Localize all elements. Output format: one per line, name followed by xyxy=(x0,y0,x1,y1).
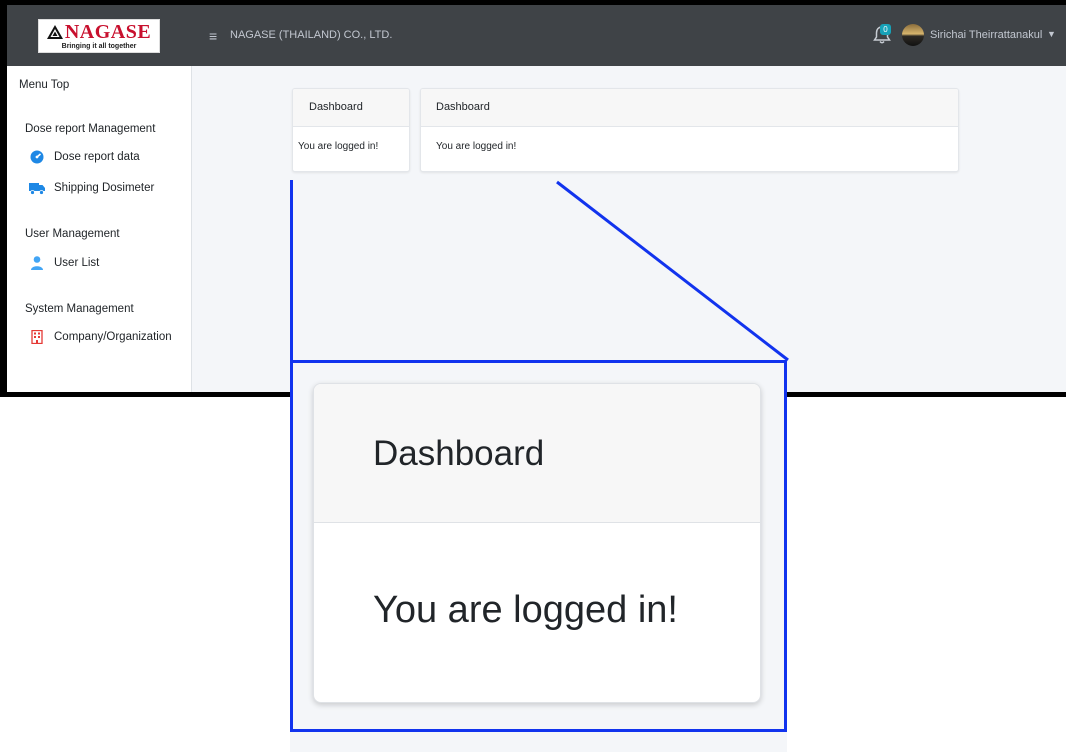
sidebar-section-system-management: System Management xyxy=(25,303,134,315)
nagase-logo-mark-icon xyxy=(46,24,63,39)
sidebar-item-label: Company/Organization xyxy=(54,331,172,343)
zoomed-card-body-text: You are logged in! xyxy=(373,589,678,631)
logo-wordmark: NAGASE xyxy=(64,20,152,43)
sidebar-item-label: User List xyxy=(54,257,100,269)
dashboard-card: Dashboard You are logged in! xyxy=(420,88,959,172)
sidebar-item-company-organization[interactable]: Company/Organization xyxy=(29,330,172,344)
building-icon xyxy=(31,330,43,344)
sidebar-menu-top: Menu Top xyxy=(19,79,70,91)
card-body-text: You are logged in! xyxy=(436,141,517,152)
nagase-logo[interactable]: NAGASE Bringing it all together xyxy=(38,18,160,53)
dashboard-card: Dashboard You are logged in! xyxy=(292,88,410,172)
card-body-text: You are logged in! xyxy=(298,141,379,152)
card-title: Dashboard xyxy=(293,89,409,127)
sidebar-item-dose-report-data[interactable]: Dose report data xyxy=(29,150,140,164)
sidebar-item-shipping-dosimeter[interactable]: Shipping Dosimeter xyxy=(29,181,154,195)
app-window: NAGASE Bringing it all together ≡ NAGASE… xyxy=(0,0,1066,397)
logo-tagline: Bringing it all together xyxy=(61,42,137,50)
user-name[interactable]: Sirichai Theirrattanakul xyxy=(930,29,1042,41)
chevron-down-icon[interactable]: ▼ xyxy=(1047,29,1056,39)
card-title: Dashboard xyxy=(421,89,958,127)
user-icon xyxy=(31,256,43,270)
zoomed-dashboard-card: Dashboard You are logged in! xyxy=(313,383,761,703)
sidebar-section-dose-report: Dose report Management xyxy=(25,123,156,135)
sidebar: Menu Top Dose report Management Dose rep… xyxy=(7,66,192,392)
brand-area[interactable]: NAGASE Bringing it all together xyxy=(7,5,191,66)
zoomed-card-title: Dashboard xyxy=(314,384,760,523)
sidebar-item-label: Shipping Dosimeter xyxy=(54,182,155,194)
sidebar-item-user-list[interactable]: User List xyxy=(29,256,99,270)
truck-icon xyxy=(29,183,45,195)
company-name: NAGASE (THAILAND) CO., LTD. xyxy=(230,29,393,41)
screenshot-border-left xyxy=(0,0,7,397)
hamburger-menu-icon[interactable]: ≡ xyxy=(209,28,217,44)
dashboard-gauge-icon xyxy=(30,150,44,164)
zoom-background-strip xyxy=(290,732,787,752)
user-avatar[interactable] xyxy=(902,24,924,46)
sidebar-section-user-management: User Management xyxy=(25,228,120,240)
notification-badge: 0 xyxy=(880,24,891,35)
zoom-callout: Dashboard You are logged in! xyxy=(290,360,787,732)
sidebar-item-label: Dose report data xyxy=(54,151,140,163)
